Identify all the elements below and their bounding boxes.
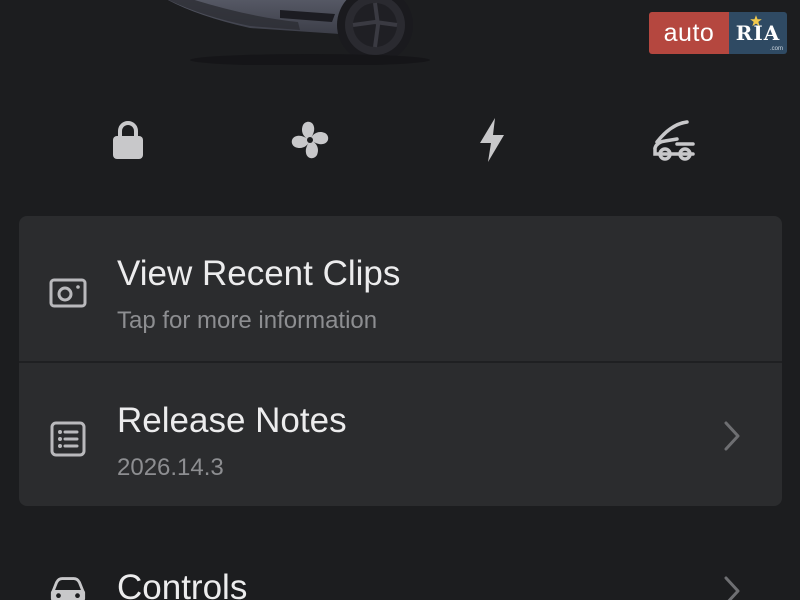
controls-item[interactable]: Controls xyxy=(19,548,782,600)
watermark-domain-text: .com xyxy=(769,46,783,52)
recent-clips-title: View Recent Clips xyxy=(117,254,401,293)
list-icon xyxy=(49,420,87,458)
camera-icon xyxy=(49,273,87,311)
climate-button[interactable] xyxy=(282,112,338,168)
bolt-icon xyxy=(480,118,504,162)
release-notes-title: Release Notes xyxy=(117,401,347,440)
car-icon xyxy=(49,570,87,600)
recent-clips-subtitle: Tap for more information xyxy=(117,307,378,334)
view-recent-clips-item[interactable]: View Recent Clips Tap for more informati… xyxy=(19,216,782,361)
fan-icon xyxy=(291,121,329,159)
car-image xyxy=(168,0,430,65)
watermark-auto-text: auto xyxy=(649,12,729,54)
frunk-icon xyxy=(653,120,695,161)
autoria-watermark: auto RIA .com xyxy=(649,12,787,54)
chevron-right-icon xyxy=(724,421,740,451)
info-card: View Recent Clips Tap for more informati… xyxy=(19,216,782,506)
lock-button[interactable] xyxy=(100,112,156,168)
controls-title: Controls xyxy=(117,568,248,600)
chevron-right-icon xyxy=(724,576,740,600)
release-notes-item[interactable]: Release Notes 2026.14.3 xyxy=(19,361,782,506)
star-icon xyxy=(750,15,762,27)
release-notes-version: 2026.14.3 xyxy=(117,454,224,481)
charge-button[interactable] xyxy=(464,112,520,168)
watermark-ria-block: RIA .com xyxy=(729,12,787,54)
lock-icon xyxy=(113,121,143,159)
quick-actions-bar xyxy=(0,112,800,168)
app-screen: auto RIA .com View Recent Clips Tap for … xyxy=(0,0,800,600)
frunk-button[interactable] xyxy=(646,112,702,168)
